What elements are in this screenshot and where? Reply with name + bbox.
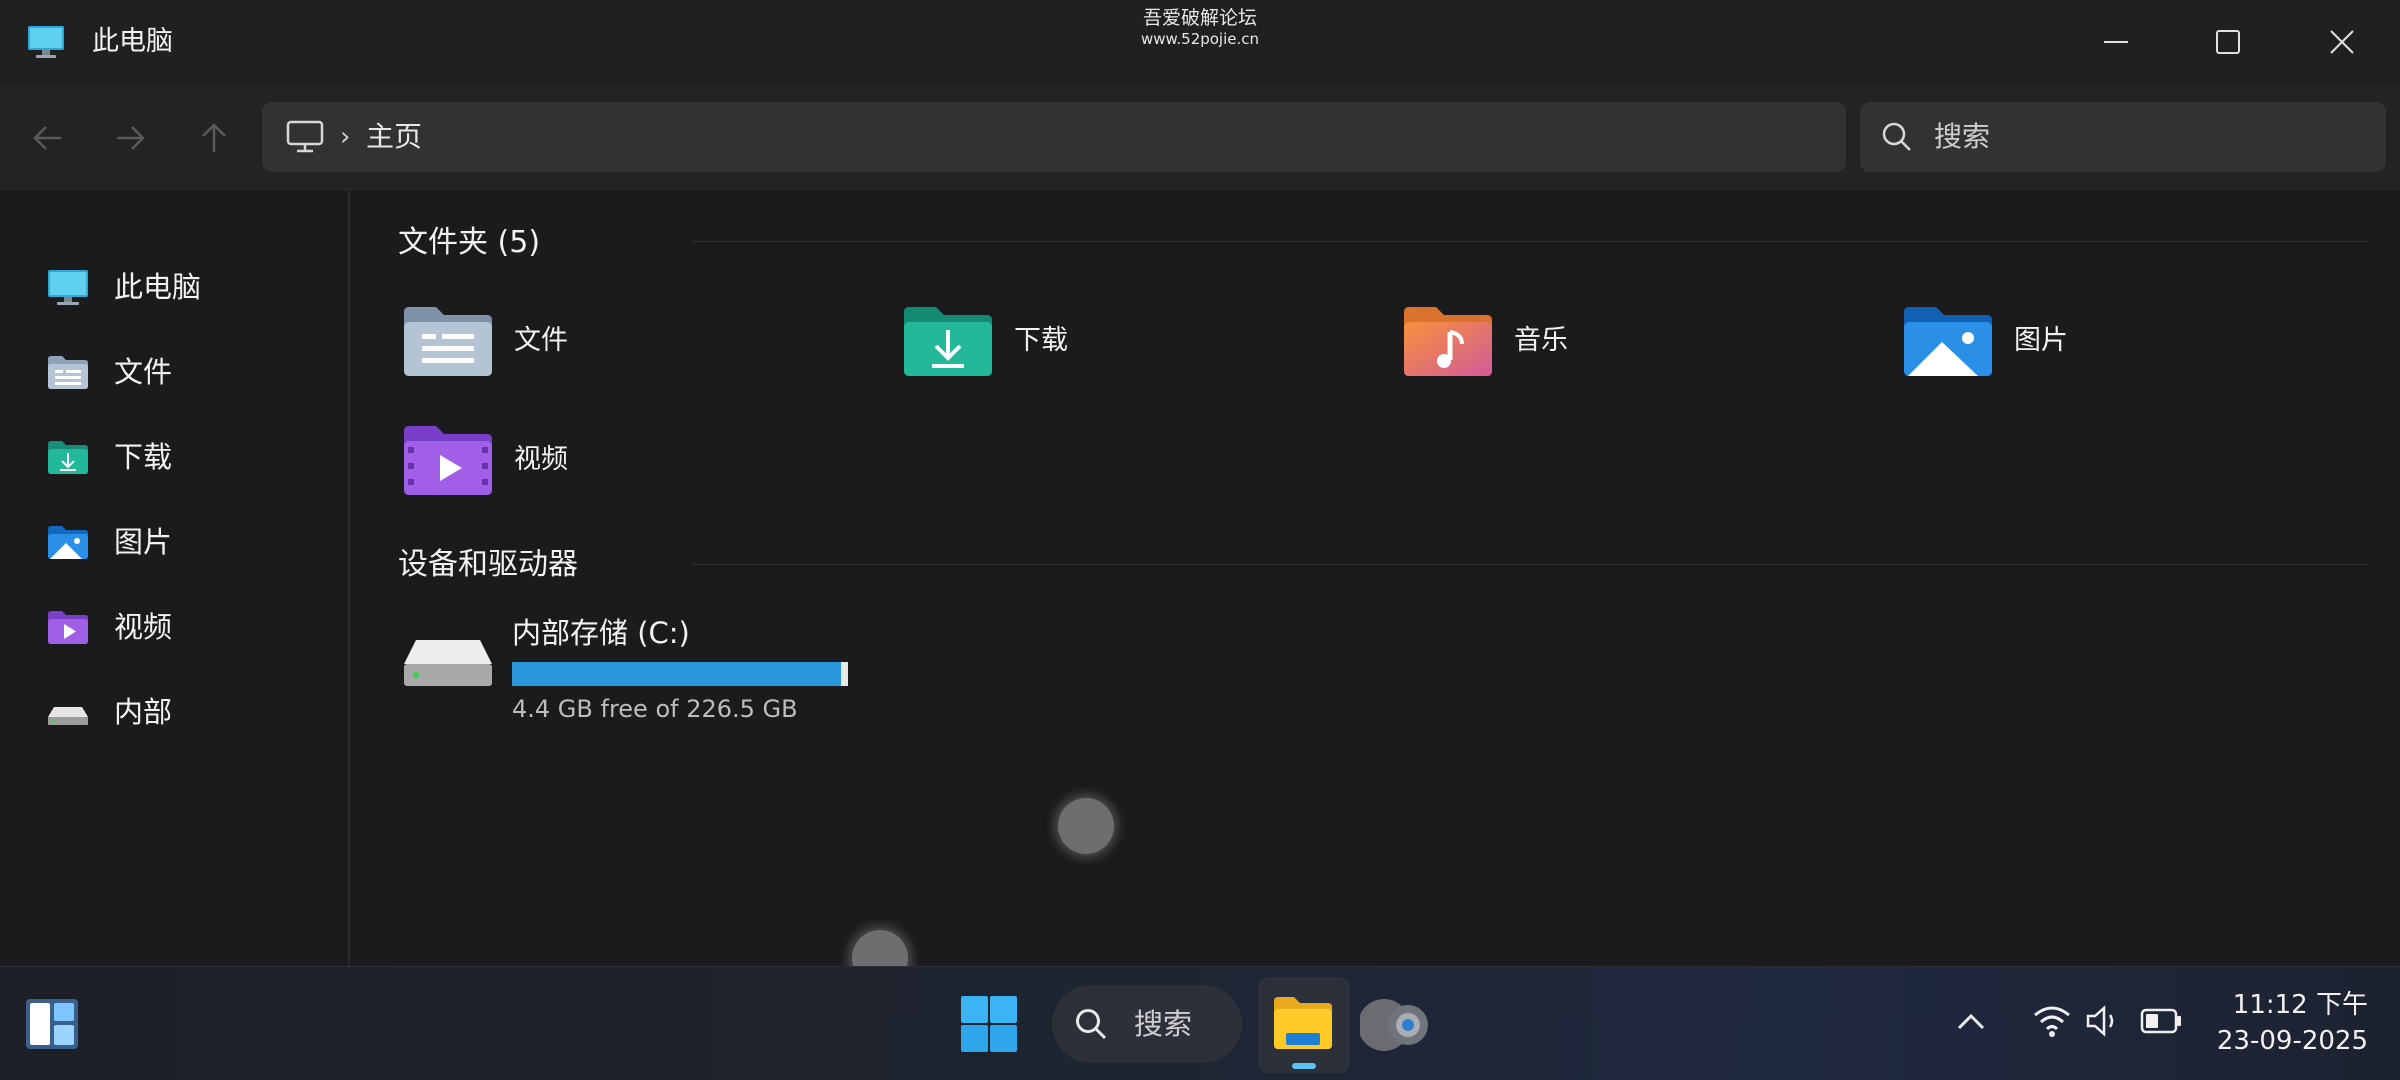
battery-icon[interactable] — [2140, 1005, 2184, 1037]
folder-label: 视频 — [514, 444, 568, 475]
search-input[interactable]: 搜索 — [1860, 102, 2386, 172]
file-explorer-taskbar-button[interactable] — [1258, 977, 1350, 1073]
drive-icon — [404, 640, 492, 686]
search-icon — [1882, 122, 1911, 151]
address-bar[interactable]: › 主页 — [262, 102, 1846, 172]
arrow-up-icon — [202, 123, 226, 152]
minimize-icon — [2104, 41, 2128, 43]
sidebar-item-label: 内部 — [114, 695, 173, 729]
folder-documents[interactable]: 文件 — [402, 304, 882, 394]
navigation-bar: › 主页 搜索 — [0, 84, 2400, 190]
drive-usage-bar — [512, 662, 848, 686]
section-divider — [692, 241, 2368, 242]
folder-pictures[interactable]: 图片 — [1902, 304, 2382, 394]
arrow-right-icon — [117, 126, 145, 150]
watermark-url: www.52pojie.cn — [1140, 30, 1260, 48]
sidebar-item-internal-drive[interactable]: 内部 — [0, 677, 348, 747]
taskbar: 搜索 11:12 下午 23-09-2025 — [0, 966, 2400, 1080]
section-divider — [692, 564, 2368, 565]
sidebar-item-label: 视频 — [114, 610, 173, 644]
search-placeholder: 搜索 — [1934, 120, 1991, 153]
drive-icon — [48, 707, 88, 725]
computer-icon — [28, 26, 64, 58]
back-button[interactable] — [24, 114, 72, 162]
downloads-folder-icon — [48, 441, 88, 474]
pictures-folder-icon — [1904, 307, 1992, 376]
downloads-folder-icon — [904, 307, 992, 376]
drive-c[interactable]: 内部存储 (C:) 4.4 GB free of 226.5 GB — [402, 614, 922, 724]
wifi-icon[interactable] — [2032, 1003, 2072, 1039]
sidebar-item-label: 此电脑 — [114, 270, 202, 304]
forward-button[interactable] — [106, 114, 154, 162]
folders-section-title: 文件夹 (5) — [398, 225, 541, 260]
monitor-icon — [286, 120, 324, 153]
folder-videos[interactable]: 视频 — [402, 423, 882, 513]
taskbar-search-button[interactable]: 搜索 — [1052, 985, 1242, 1063]
close-icon — [2330, 30, 2354, 54]
videos-folder-icon — [48, 611, 88, 644]
window-title: 此电脑 — [92, 26, 173, 57]
watermark-name: 吾爱破解论坛 — [1142, 7, 1257, 29]
settings-gear-icon[interactable] — [1360, 993, 1440, 1057]
folder-downloads[interactable]: 下载 — [902, 304, 1382, 394]
file-explorer-icon — [1274, 997, 1332, 1049]
drive-name: 内部存储 (C:) — [512, 616, 690, 650]
sidebar-item-label: 下载 — [114, 440, 173, 474]
documents-folder-icon — [404, 307, 492, 376]
drive-usage-fill — [512, 662, 842, 686]
sidebar-item-videos[interactable]: 视频 — [0, 592, 348, 662]
sidebar-item-downloads[interactable]: 下载 — [0, 422, 348, 492]
maximize-icon — [2216, 30, 2240, 54]
folder-label: 图片 — [2014, 325, 2068, 356]
main-content: 文件夹 (5) 文件 下载 音乐 图片 视频 设备和驱动器 内部存储 (C:) … — [352, 190, 2400, 986]
title-bar: 此电脑 吾爱破解论坛 www.52pojie.cn — [0, 0, 2400, 84]
documents-folder-icon — [48, 356, 88, 389]
taskbar-search-label: 搜索 — [1134, 1007, 1193, 1041]
volume-icon[interactable] — [2084, 1003, 2124, 1039]
touch-indicator — [1058, 798, 1114, 854]
arrow-left-icon — [33, 126, 61, 150]
computer-icon — [48, 270, 88, 305]
breadcrumb-home[interactable]: 主页 — [366, 120, 422, 154]
up-button[interactable] — [190, 114, 238, 162]
devices-section-title: 设备和驱动器 — [398, 547, 578, 582]
sidebar: 此电脑 文件 下载 图片 视频 内部 — [0, 190, 350, 966]
sidebar-item-label: 图片 — [114, 525, 173, 559]
chevron-up-icon[interactable] — [1954, 1005, 1988, 1039]
sidebar-item-documents[interactable]: 文件 — [0, 337, 348, 407]
folder-music[interactable]: 音乐 — [1402, 304, 1882, 394]
sidebar-item-label: 文件 — [114, 355, 173, 389]
pictures-folder-icon — [48, 526, 88, 559]
close-button[interactable] — [2294, 14, 2390, 70]
watermark: 吾爱破解论坛 www.52pojie.cn — [1100, 6, 1300, 48]
active-app-indicator — [1292, 1063, 1316, 1069]
maximize-button[interactable] — [2180, 14, 2276, 70]
widgets-icon[interactable] — [24, 997, 80, 1051]
windows-start-icon[interactable] — [960, 995, 1018, 1053]
videos-folder-icon — [404, 426, 492, 495]
folder-label: 音乐 — [1514, 325, 1568, 356]
music-folder-icon — [1404, 307, 1492, 376]
breadcrumb-separator: › — [340, 122, 351, 152]
drive-free-space: 4.4 GB free of 226.5 GB — [512, 695, 798, 723]
folder-label: 下载 — [1014, 325, 1068, 356]
minimize-button[interactable] — [2068, 14, 2164, 70]
search-icon — [1076, 1009, 1107, 1040]
sidebar-item-pictures[interactable]: 图片 — [0, 507, 348, 577]
sidebar-item-this-pc[interactable]: 此电脑 — [0, 252, 348, 322]
folder-label: 文件 — [514, 325, 568, 356]
drive-usage-remaining — [841, 662, 848, 686]
clock-time[interactable]: 11:12 下午 — [2180, 989, 2368, 1021]
clock-date[interactable]: 23-09-2025 — [2180, 1025, 2368, 1057]
